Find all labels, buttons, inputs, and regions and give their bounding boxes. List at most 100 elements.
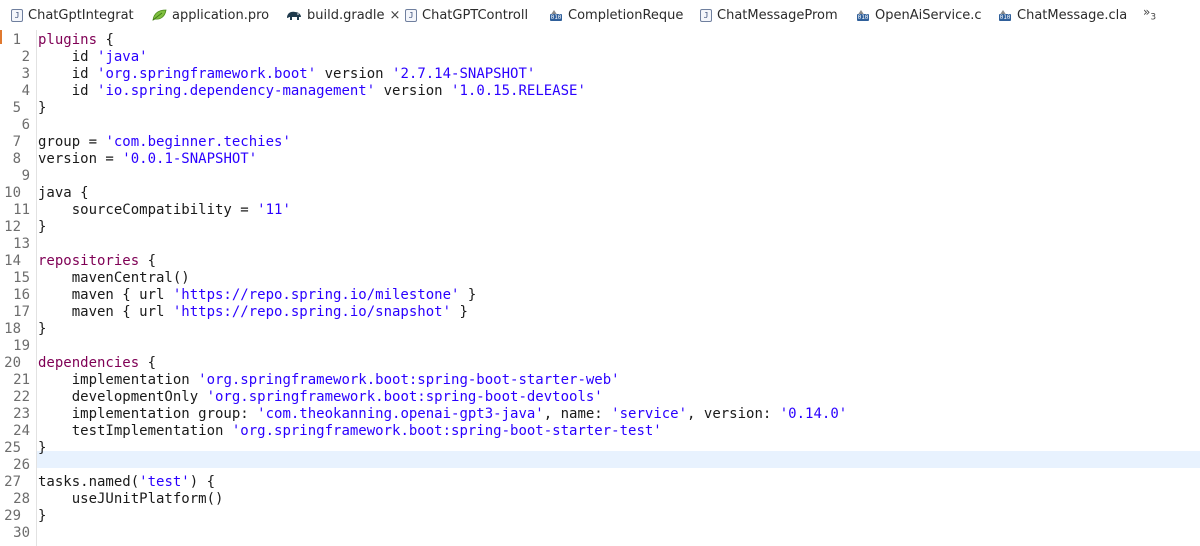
code-text: repositories { — [38, 253, 156, 270]
text-token: { — [97, 32, 114, 48]
line-number: 14 — [4, 253, 21, 269]
code-line[interactable]: 12} — [0, 219, 1200, 236]
tab-chatmessage-class[interactable]: 010 ChatMessage.cla — [996, 0, 1127, 30]
code-line[interactable]: 6 — [0, 117, 1200, 134]
code-text: java { — [38, 185, 89, 202]
code-line[interactable]: 7 group = 'com.beginner.techies' — [0, 134, 1200, 151]
code-line[interactable]: 4 id 'io.spring.dependency-management' v… — [0, 83, 1200, 100]
code-text: testImplementation 'org.springframework.… — [38, 423, 662, 440]
code-text: maven { url 'https://repo.spring.io/snap… — [38, 304, 468, 321]
code-line[interactable]: 11 sourceCompatibility = '11' — [0, 202, 1200, 219]
text-token: } — [38, 321, 47, 337]
string-token: 'https://repo.spring.io/milestone' — [172, 287, 460, 303]
code-line[interactable]: 2 id 'java' — [0, 49, 1200, 66]
tab-completionrequest[interactable]: 010 CompletionReque — [547, 0, 683, 30]
line-number: 30 — [13, 525, 30, 541]
text-token: tasks.named( — [38, 474, 140, 490]
string-token: 'com.theokanning.openai-gpt3-java' — [257, 406, 544, 422]
code-line[interactable]: 15 mavenCentral() — [0, 270, 1200, 287]
code-text: } — [38, 508, 46, 525]
tab-chatmessageprompt[interactable]: J ChatMessageProm — [700, 0, 838, 30]
text-token: } — [38, 508, 47, 524]
text-token: version — [375, 83, 452, 99]
tab-chatgptintegrat[interactable]: J ChatGptIntegrat — [11, 0, 134, 30]
line-number: 5 — [12, 100, 21, 116]
code-line[interactable]: 20 dependencies { — [0, 355, 1200, 372]
code-line[interactable]: 3 id 'org.springframework.boot' version … — [0, 66, 1200, 83]
code-text: tasks.named('test') { — [38, 474, 215, 491]
line-number: 15 — [13, 270, 30, 286]
text-token: , version: — [687, 406, 780, 422]
code-line[interactable]: 23 implementation group: 'com.theokannin… — [0, 406, 1200, 423]
code-line[interactable]: 22 developmentOnly 'org.springframework.… — [0, 389, 1200, 406]
gradle-elephant-icon — [287, 11, 301, 20]
string-token: '0.14.0' — [779, 406, 848, 422]
text-token: implementation — [38, 372, 199, 388]
tab-build-gradle[interactable]: build.gradle × — [286, 0, 400, 30]
text-token: mavenCentral() — [38, 270, 190, 286]
code-line[interactable]: 28 useJUnitPlatform() — [0, 491, 1200, 508]
code-line[interactable]: 29} — [0, 508, 1200, 525]
tab-chatgptcontroller[interactable]: J ChatGPTControll — [405, 0, 528, 30]
code-text: implementation 'org.springframework.boot… — [38, 372, 620, 389]
text-token: version = — [38, 151, 123, 167]
tab-overflow-button[interactable]: »3 — [1143, 5, 1156, 22]
code-line[interactable]: 5} — [0, 100, 1200, 117]
class-file-icon: 010 — [854, 9, 870, 21]
line-number: 11 — [13, 202, 30, 218]
code-line[interactable]: 18} — [0, 321, 1200, 338]
text-token: } — [38, 100, 47, 116]
string-token: 'java' — [97, 49, 148, 65]
line-number: 6 — [21, 117, 30, 133]
code-line[interactable]: 24 testImplementation 'org.springframewo… — [0, 423, 1200, 440]
line-number: 10 — [4, 185, 21, 201]
line-number: 17 — [13, 304, 30, 320]
string-token: 'io.spring.dependency-management' — [97, 83, 376, 99]
code-line[interactable]: 25} — [0, 440, 1200, 457]
code-line[interactable]: 13 — [0, 236, 1200, 253]
code-text: id 'io.spring.dependency-management' ver… — [38, 83, 586, 100]
text-token: implementation group: — [38, 406, 258, 422]
text-token: } — [451, 304, 468, 320]
code-line[interactable]: 21 implementation 'org.springframework.b… — [0, 372, 1200, 389]
code-text: version = '0.0.1-SNAPSHOT' — [38, 151, 257, 168]
code-line[interactable]: 26 — [0, 457, 1200, 474]
code-line[interactable]: 16 maven { url 'https://repo.spring.io/m… — [0, 287, 1200, 304]
code-line[interactable]: 17 maven { url 'https://repo.spring.io/s… — [0, 304, 1200, 321]
string-token: 'test' — [139, 474, 190, 490]
tab-label: ChatMessageProm — [717, 7, 838, 23]
line-number: 21 — [13, 372, 30, 388]
line-number: 28 — [13, 491, 30, 507]
line-number: 8 — [12, 151, 21, 167]
code-line[interactable]: 19 — [0, 338, 1200, 355]
close-icon[interactable]: × — [390, 8, 401, 23]
code-line[interactable]: 30 — [0, 525, 1200, 542]
code-line[interactable]: 8 version = '0.0.1-SNAPSHOT' — [0, 151, 1200, 168]
code-line[interactable]: 27 tasks.named('test') { — [0, 474, 1200, 491]
text-token: ) { — [189, 474, 216, 490]
line-number: 24 — [13, 423, 30, 439]
line-number: 2 — [21, 49, 30, 65]
code-text: plugins { — [38, 32, 114, 49]
string-token: '2.7.14-SNAPSHOT' — [392, 66, 536, 82]
code-text: } — [38, 219, 46, 236]
tab-label: OpenAiService.c — [875, 7, 982, 23]
string-token: 'org.springframework.boot:spring-boot-st… — [198, 372, 620, 388]
text-token: } — [38, 440, 47, 456]
text-token: id — [38, 66, 98, 82]
code-line[interactable]: 9 — [0, 168, 1200, 185]
line-number: 27 — [4, 474, 21, 490]
overflow-count: 3 — [1150, 12, 1157, 23]
tab-application-properties[interactable]: application.pro — [152, 0, 269, 30]
tab-label: application.pro — [172, 7, 270, 23]
code-editor[interactable]: 1 plugins {2 id 'java' 3 id 'org.springfra… — [0, 30, 1200, 546]
tab-openaiservice[interactable]: 010 OpenAiService.c — [854, 0, 982, 30]
code-line[interactable]: 10 java { — [0, 185, 1200, 202]
code-line[interactable]: 1 plugins { — [0, 32, 1200, 49]
line-number: 29 — [4, 508, 21, 524]
line-number: 22 — [13, 389, 30, 405]
string-token: 'org.springframework.boot:spring-boot-de… — [206, 389, 603, 405]
code-line[interactable]: 14 repositories { — [0, 253, 1200, 270]
tab-label: ChatGPTControll — [422, 7, 529, 23]
tab-label: ChatMessage.cla — [1017, 7, 1128, 23]
